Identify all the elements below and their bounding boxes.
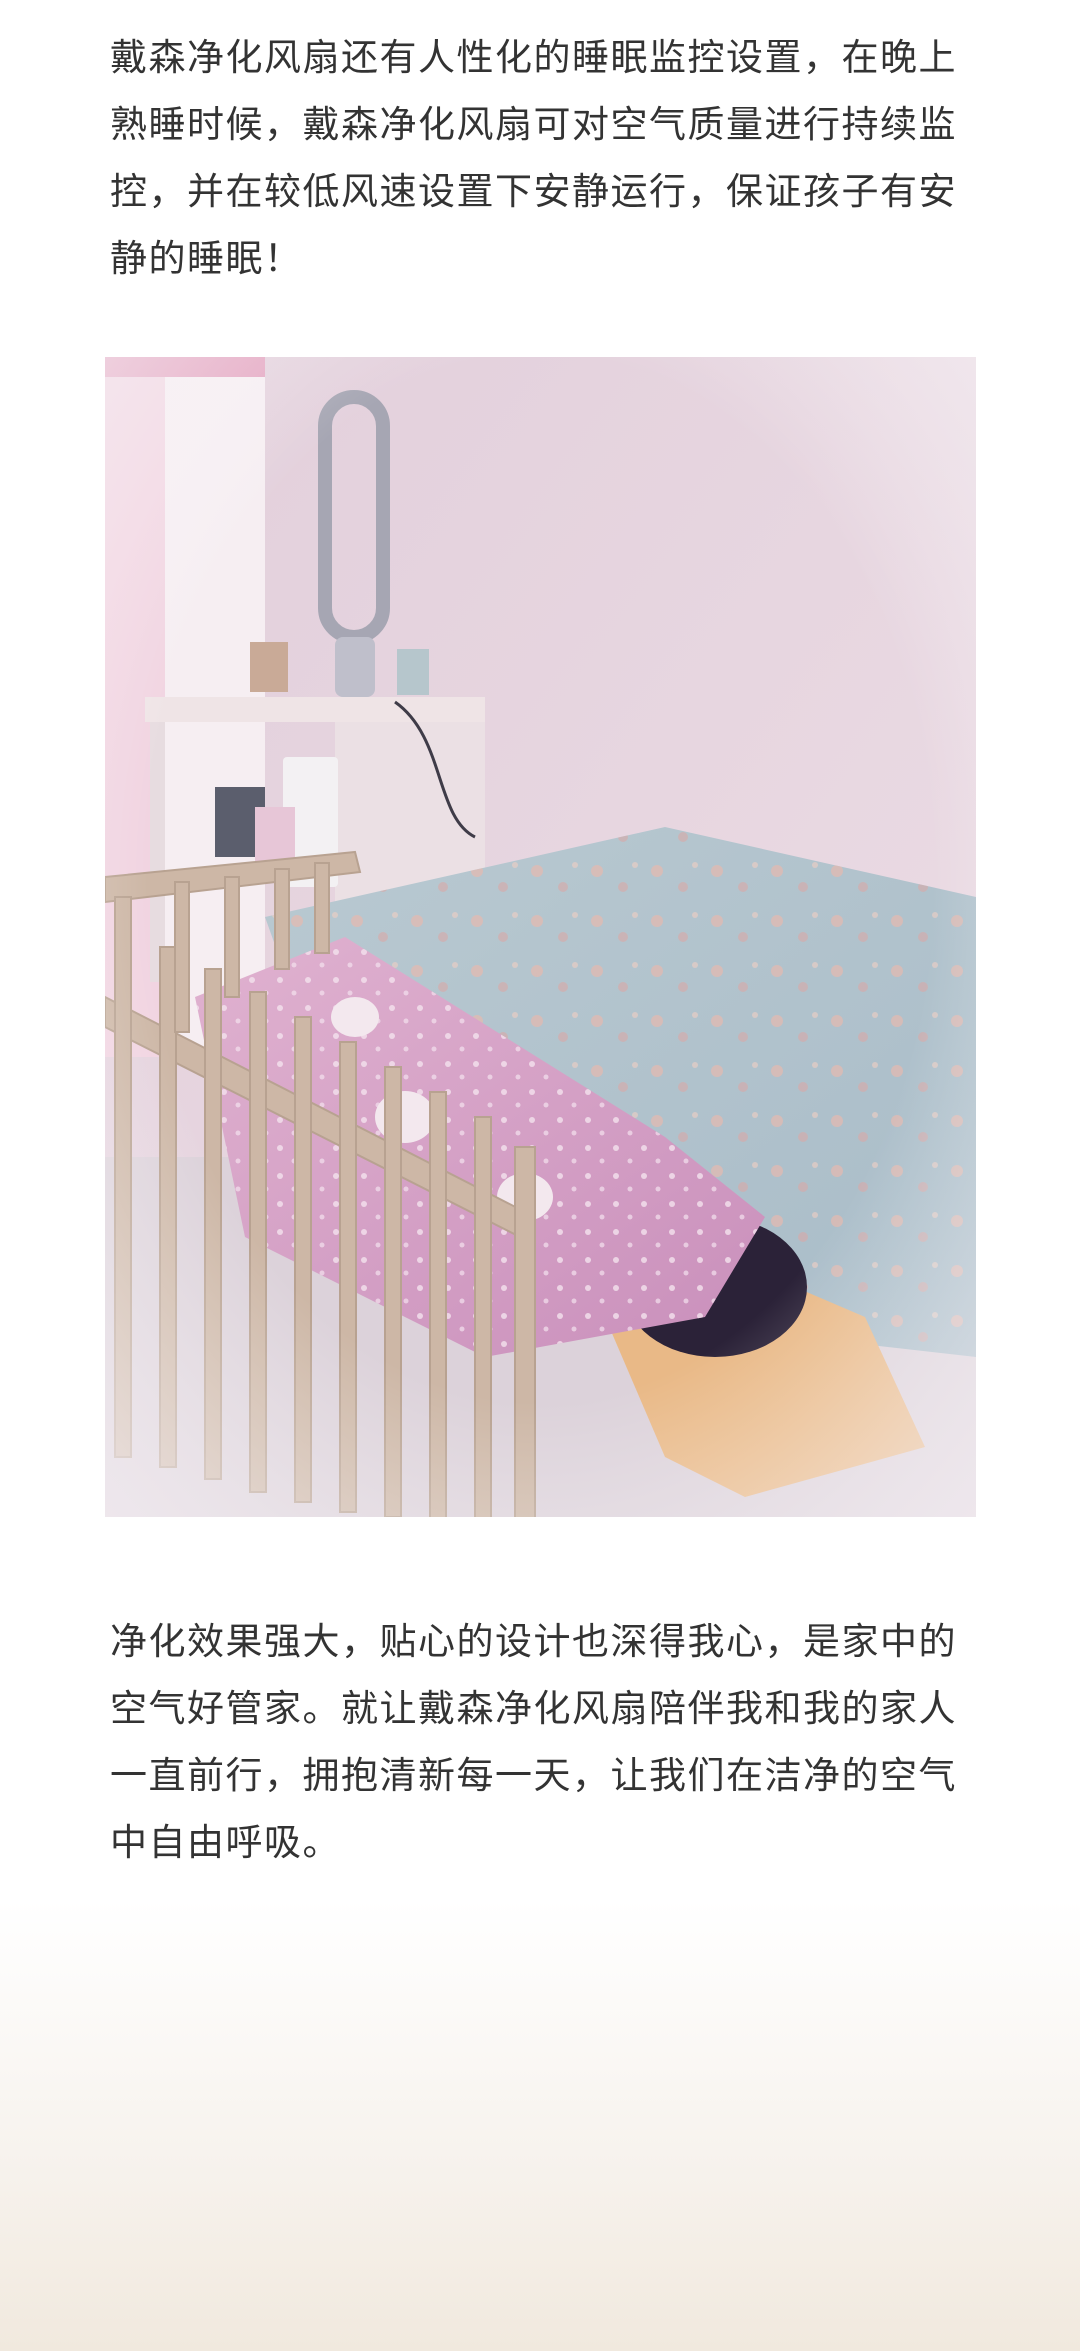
bedroom-photo [105,357,976,1517]
article-paragraph-1: 戴森净化风扇还有人性化的睡眠监控设置，在晚上熟睡时候，戴森净化风扇可对空气质量进… [110,36,957,280]
article-paragraph-2: 净化效果强大，贴心的设计也深得我心，是家中的空气好管家。就让戴森净化风扇陪伴我和… [110,1620,957,1864]
